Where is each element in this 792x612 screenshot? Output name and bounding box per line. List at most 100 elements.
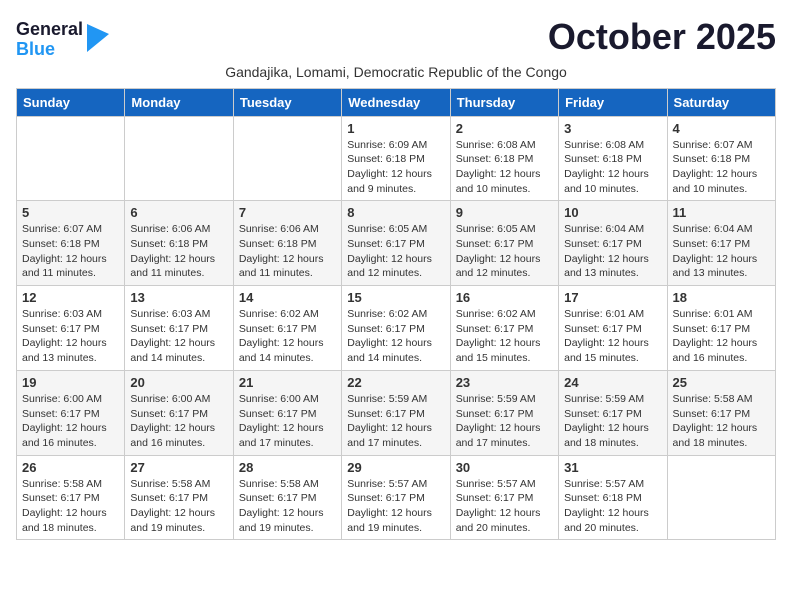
header: General Blue October 2025 — [16, 16, 776, 60]
day-number: 10 — [564, 205, 661, 220]
day-info: Sunrise: 5:57 AM Sunset: 6:17 PM Dayligh… — [347, 477, 444, 536]
day-info: Sunrise: 6:04 AM Sunset: 6:17 PM Dayligh… — [673, 222, 770, 281]
day-number: 5 — [22, 205, 119, 220]
day-number: 16 — [456, 290, 553, 305]
table-row: 25Sunrise: 5:58 AM Sunset: 6:17 PM Dayli… — [667, 370, 775, 455]
calendar-header-row: Sunday Monday Tuesday Wednesday Thursday… — [17, 88, 776, 116]
day-number: 13 — [130, 290, 227, 305]
col-friday: Friday — [559, 88, 667, 116]
day-info: Sunrise: 5:57 AM Sunset: 6:17 PM Dayligh… — [456, 477, 553, 536]
day-number: 6 — [130, 205, 227, 220]
day-number: 27 — [130, 460, 227, 475]
day-number: 1 — [347, 121, 444, 136]
day-number: 15 — [347, 290, 444, 305]
day-info: Sunrise: 6:08 AM Sunset: 6:18 PM Dayligh… — [564, 138, 661, 197]
day-info: Sunrise: 6:02 AM Sunset: 6:17 PM Dayligh… — [347, 307, 444, 366]
table-row: 23 Sunrise: 5:59 AM Sunset: 6:17 PM Dayli… — [450, 370, 558, 455]
table-row: 8Sunrise: 6:05 AM Sunset: 6:17 PM Daylig… — [342, 201, 450, 286]
day-number: 23 — [456, 375, 553, 390]
day-info: Sunrise: 5:58 AM Sunset: 6:17 PM Dayligh… — [22, 477, 119, 536]
day-info: Sunrise: 6:02 AM Sunset: 6:17 PM Dayligh… — [456, 307, 553, 366]
col-sunday: Sunday — [17, 88, 125, 116]
logo: General Blue — [16, 20, 109, 60]
day-info: Sunrise: 6:03 AM Sunset: 6:17 PM Dayligh… — [130, 307, 227, 366]
table-row: 29 Sunrise: 5:57 AM Sunset: 6:17 PM Dayli… — [342, 455, 450, 540]
table-row — [233, 116, 341, 201]
day-number: 22 — [347, 375, 444, 390]
table-row: 16 Sunrise: 6:02 AM Sunset: 6:17 PM Dayli… — [450, 286, 558, 371]
day-number: 18 — [673, 290, 770, 305]
day-info: Sunrise: 5:59 AM Sunset: 6:17 PM Dayligh… — [564, 392, 661, 451]
day-info: Sunrise: 5:58 AM Sunset: 6:17 PM Dayligh… — [130, 477, 227, 536]
subtitle: Gandajika, Lomami, Democratic Republic o… — [16, 64, 776, 80]
day-info: Sunrise: 6:01 AM Sunset: 6:17 PM Dayligh… — [564, 307, 661, 366]
table-row: 10 Sunrise: 6:04 AM Sunset: 6:17 PM Dayli… — [559, 201, 667, 286]
day-info: Sunrise: 6:06 AM Sunset: 6:18 PM Dayligh… — [130, 222, 227, 281]
day-number: 20 — [130, 375, 227, 390]
day-number: 25 — [673, 375, 770, 390]
col-wednesday: Wednesday — [342, 88, 450, 116]
day-info: Sunrise: 5:58 AM Sunset: 6:17 PM Dayligh… — [239, 477, 336, 536]
col-thursday: Thursday — [450, 88, 558, 116]
table-row: 27 Sunrise: 5:58 AM Sunset: 6:17 PM Dayli… — [125, 455, 233, 540]
table-row: 17Sunrise: 6:01 AM Sunset: 6:17 PM Dayli… — [559, 286, 667, 371]
table-row: 6 Sunrise: 6:06 AM Sunset: 6:18 PM Daylig… — [125, 201, 233, 286]
table-row: 15 Sunrise: 6:02 AM Sunset: 6:17 PM Dayli… — [342, 286, 450, 371]
calendar-week-row: 5 Sunrise: 6:07 AM Sunset: 6:18 PM Daylig… — [17, 201, 776, 286]
table-row: 19 Sunrise: 6:00 AM Sunset: 6:17 PM Dayli… — [17, 370, 125, 455]
table-row: 28 Sunrise: 5:58 AM Sunset: 6:17 PM Dayli… — [233, 455, 341, 540]
day-number: 24 — [564, 375, 661, 390]
day-number: 2 — [456, 121, 553, 136]
table-row: 12 Sunrise: 6:03 AM Sunset: 6:17 PM Dayli… — [17, 286, 125, 371]
day-number: 28 — [239, 460, 336, 475]
day-info: Sunrise: 6:07 AM Sunset: 6:18 PM Dayligh… — [22, 222, 119, 281]
table-row: 18 Sunrise: 6:01 AM Sunset: 6:17 PM Dayli… — [667, 286, 775, 371]
day-info: Sunrise: 6:05 AM Sunset: 6:17 PM Dayligh… — [347, 222, 444, 281]
col-saturday: Saturday — [667, 88, 775, 116]
col-monday: Monday — [125, 88, 233, 116]
table-row: 11 Sunrise: 6:04 AM Sunset: 6:17 PM Dayli… — [667, 201, 775, 286]
calendar-week-row: 1 Sunrise: 6:09 AM Sunset: 6:18 PM Daylig… — [17, 116, 776, 201]
day-number: 11 — [673, 205, 770, 220]
logo-icon — [87, 24, 109, 52]
calendar-table: Sunday Monday Tuesday Wednesday Thursday… — [16, 88, 776, 541]
table-row — [17, 116, 125, 201]
table-row: 14 Sunrise: 6:02 AM Sunset: 6:17 PM Dayli… — [233, 286, 341, 371]
day-info: Sunrise: 6:09 AM Sunset: 6:18 PM Dayligh… — [347, 138, 444, 197]
table-row: 7Sunrise: 6:06 AM Sunset: 6:18 PM Daylig… — [233, 201, 341, 286]
day-number: 9 — [456, 205, 553, 220]
table-row: 3 Sunrise: 6:08 AM Sunset: 6:18 PM Daylig… — [559, 116, 667, 201]
table-row: 1 Sunrise: 6:09 AM Sunset: 6:18 PM Daylig… — [342, 116, 450, 201]
day-info: Sunrise: 5:59 AM Sunset: 6:17 PM Dayligh… — [456, 392, 553, 451]
col-tuesday: Tuesday — [233, 88, 341, 116]
calendar-week-row: 19 Sunrise: 6:00 AM Sunset: 6:17 PM Dayli… — [17, 370, 776, 455]
day-number: 12 — [22, 290, 119, 305]
day-number: 29 — [347, 460, 444, 475]
table-row: 26 Sunrise: 5:58 AM Sunset: 6:17 PM Dayli… — [17, 455, 125, 540]
day-info: Sunrise: 6:02 AM Sunset: 6:17 PM Dayligh… — [239, 307, 336, 366]
day-number: 3 — [564, 121, 661, 136]
day-info: Sunrise: 6:00 AM Sunset: 6:17 PM Dayligh… — [22, 392, 119, 451]
month-title: October 2025 — [548, 16, 776, 58]
day-number: 26 — [22, 460, 119, 475]
day-info: Sunrise: 6:06 AM Sunset: 6:18 PM Dayligh… — [239, 222, 336, 281]
day-number: 14 — [239, 290, 336, 305]
day-info: Sunrise: 6:04 AM Sunset: 6:17 PM Dayligh… — [564, 222, 661, 281]
day-info: Sunrise: 6:03 AM Sunset: 6:17 PM Dayligh… — [22, 307, 119, 366]
table-row: 21 Sunrise: 6:00 AM Sunset: 6:17 PM Dayli… — [233, 370, 341, 455]
day-number: 4 — [673, 121, 770, 136]
day-info: Sunrise: 6:01 AM Sunset: 6:17 PM Dayligh… — [673, 307, 770, 366]
day-number: 19 — [22, 375, 119, 390]
day-info: Sunrise: 6:00 AM Sunset: 6:17 PM Dayligh… — [130, 392, 227, 451]
day-info: Sunrise: 6:00 AM Sunset: 6:17 PM Dayligh… — [239, 392, 336, 451]
table-row: 2Sunrise: 6:08 AM Sunset: 6:18 PM Daylig… — [450, 116, 558, 201]
table-row: 4Sunrise: 6:07 AM Sunset: 6:18 PM Daylig… — [667, 116, 775, 201]
table-row — [125, 116, 233, 201]
table-row: 5 Sunrise: 6:07 AM Sunset: 6:18 PM Daylig… — [17, 201, 125, 286]
table-row: 22Sunrise: 5:59 AM Sunset: 6:17 PM Dayli… — [342, 370, 450, 455]
table-row: 9Sunrise: 6:05 AM Sunset: 6:17 PM Daylig… — [450, 201, 558, 286]
logo-blue-text: Blue — [16, 40, 83, 60]
table-row — [667, 455, 775, 540]
day-number: 21 — [239, 375, 336, 390]
table-row: 30Sunrise: 5:57 AM Sunset: 6:17 PM Dayli… — [450, 455, 558, 540]
